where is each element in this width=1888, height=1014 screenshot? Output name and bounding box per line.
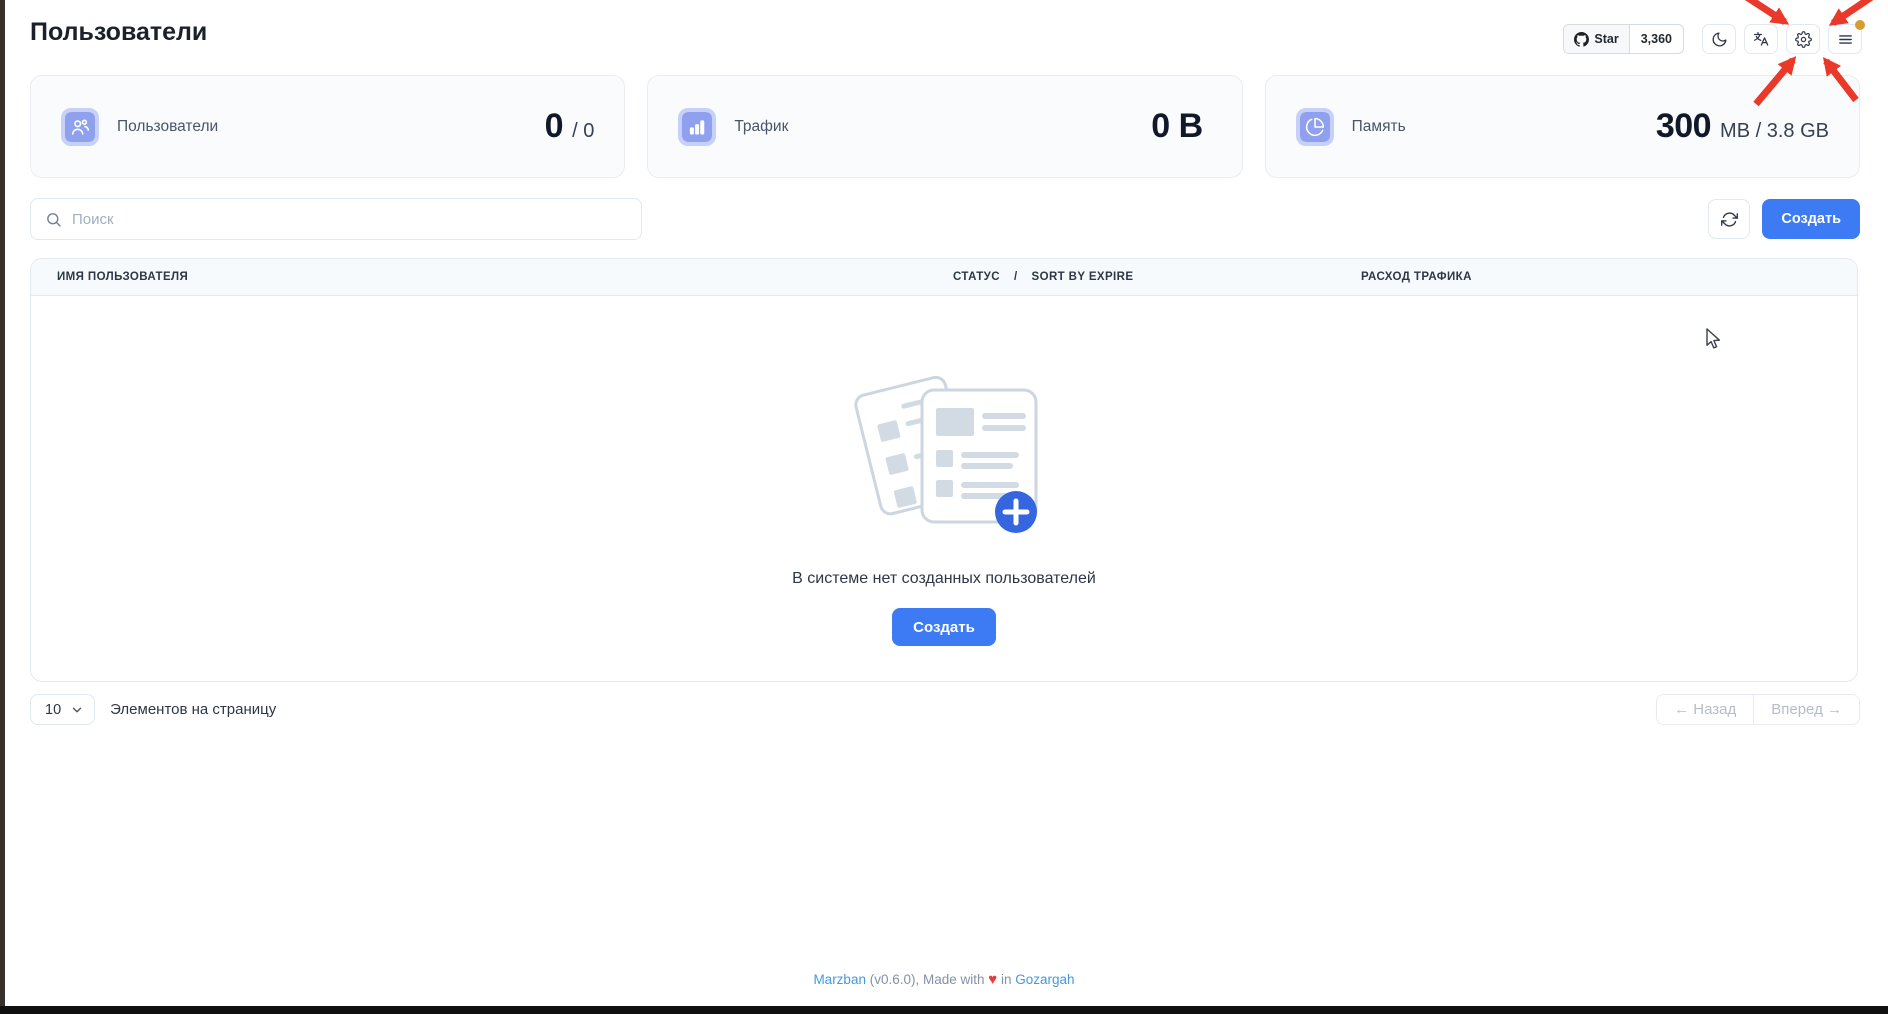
stat-card-memory: Память 300 MB / 3.8 GB bbox=[1265, 75, 1860, 178]
language-button[interactable] bbox=[1744, 24, 1778, 54]
prev-page-button[interactable]: ← Назад bbox=[1657, 695, 1754, 724]
empty-documents-illustration bbox=[846, 354, 1042, 542]
stat-value: 0 B bbox=[1151, 107, 1202, 146]
page-size-value: 10 bbox=[45, 702, 61, 718]
create-user-button[interactable]: Создать bbox=[1762, 199, 1860, 239]
stat-label: Трафик bbox=[734, 118, 788, 136]
column-traffic[interactable]: РАСХОД ТРАФИКА bbox=[1361, 271, 1472, 283]
search-input[interactable] bbox=[72, 211, 627, 228]
footer-in-text: in bbox=[1001, 972, 1012, 987]
next-page-button[interactable]: Вперед → bbox=[1754, 695, 1859, 724]
moon-icon bbox=[1711, 31, 1728, 48]
settings-button[interactable] bbox=[1786, 24, 1820, 54]
heart-icon: ♥ bbox=[988, 971, 997, 988]
screen-bottom-edge bbox=[0, 1006, 1888, 1014]
sort-separator: / bbox=[1014, 271, 1018, 283]
empty-state: В системе нет созданных пользователей Со… bbox=[31, 296, 1857, 646]
stat-label: Память bbox=[1352, 118, 1406, 136]
empty-state-message: В системе нет созданных пользователей bbox=[792, 570, 1096, 588]
sort-by-expire[interactable]: SORT BY EXPIRE bbox=[1032, 271, 1134, 283]
screen-left-edge bbox=[0, 0, 5, 1014]
menu-button[interactable] bbox=[1828, 24, 1862, 54]
toolbar: Создать bbox=[30, 198, 1860, 240]
stat-value: 300 bbox=[1656, 107, 1711, 146]
refresh-button[interactable] bbox=[1708, 199, 1750, 239]
users-table: ИМЯ ПОЛЬЗОВАТЕЛЯ СТАТУС / SORT BY EXPIRE… bbox=[30, 258, 1858, 682]
notification-dot bbox=[1855, 20, 1865, 30]
stat-value-suffix: MB / 3.8 GB bbox=[1720, 120, 1829, 143]
stats-row: Пользователи 0 / 0 Трафик 0 B bbox=[30, 75, 1860, 178]
gear-icon bbox=[1795, 31, 1812, 48]
pie-chart-icon bbox=[1296, 108, 1334, 146]
stat-card-traffic: Трафик 0 B bbox=[647, 75, 1242, 178]
page-size-label: Элементов на страницу bbox=[110, 701, 276, 718]
pagination: 10 Элементов на страницу ← Назад Вперед … bbox=[30, 694, 1860, 725]
chevron-down-icon bbox=[70, 703, 84, 717]
sort-by-status[interactable]: СТАТУС bbox=[953, 271, 1000, 283]
search-box[interactable] bbox=[30, 198, 642, 240]
column-username[interactable]: ИМЯ ПОЛЬЗОВАТЕЛЯ bbox=[57, 271, 188, 283]
github-star-count[interactable]: 3,360 bbox=[1630, 25, 1683, 53]
dark-mode-button[interactable] bbox=[1702, 24, 1736, 54]
page-title: Пользователи bbox=[30, 18, 207, 47]
github-star-button[interactable]: Star bbox=[1564, 25, 1629, 53]
stat-value: 0 bbox=[545, 107, 563, 146]
marzban-link[interactable]: Marzban bbox=[813, 972, 866, 987]
stat-card-users: Пользователи 0 / 0 bbox=[30, 75, 625, 178]
column-status-expire: СТАТУС / SORT BY EXPIRE bbox=[953, 271, 1133, 283]
translate-icon bbox=[1752, 30, 1770, 48]
pager-buttons: ← Назад Вперед → bbox=[1656, 694, 1860, 725]
stat-label: Пользователи bbox=[117, 118, 218, 136]
users-icon bbox=[61, 108, 99, 146]
github-logo-icon bbox=[1574, 32, 1589, 47]
search-icon bbox=[45, 211, 62, 228]
stat-value-suffix: / 0 bbox=[572, 120, 594, 143]
footer-version-text: (v0.6.0), Made with bbox=[870, 972, 985, 987]
empty-state-create-button[interactable]: Создать bbox=[892, 608, 996, 646]
github-star-label: Star bbox=[1594, 32, 1618, 46]
refresh-icon bbox=[1721, 211, 1738, 228]
marzban-users-page: Пользователи Star 3,360 bbox=[0, 0, 1888, 1014]
header-controls: Star 3,360 bbox=[1563, 24, 1862, 54]
menu-icon bbox=[1837, 31, 1854, 48]
bar-chart-icon bbox=[678, 108, 716, 146]
footer: Marzban (v0.6.0), Made with ♥ in Gozarga… bbox=[0, 971, 1888, 988]
github-star-widget[interactable]: Star 3,360 bbox=[1563, 24, 1684, 54]
gozargah-link[interactable]: Gozargah bbox=[1015, 972, 1074, 987]
page-size-select[interactable]: 10 bbox=[30, 694, 95, 725]
table-header: ИМЯ ПОЛЬЗОВАТЕЛЯ СТАТУС / SORT BY EXPIRE… bbox=[31, 259, 1857, 296]
